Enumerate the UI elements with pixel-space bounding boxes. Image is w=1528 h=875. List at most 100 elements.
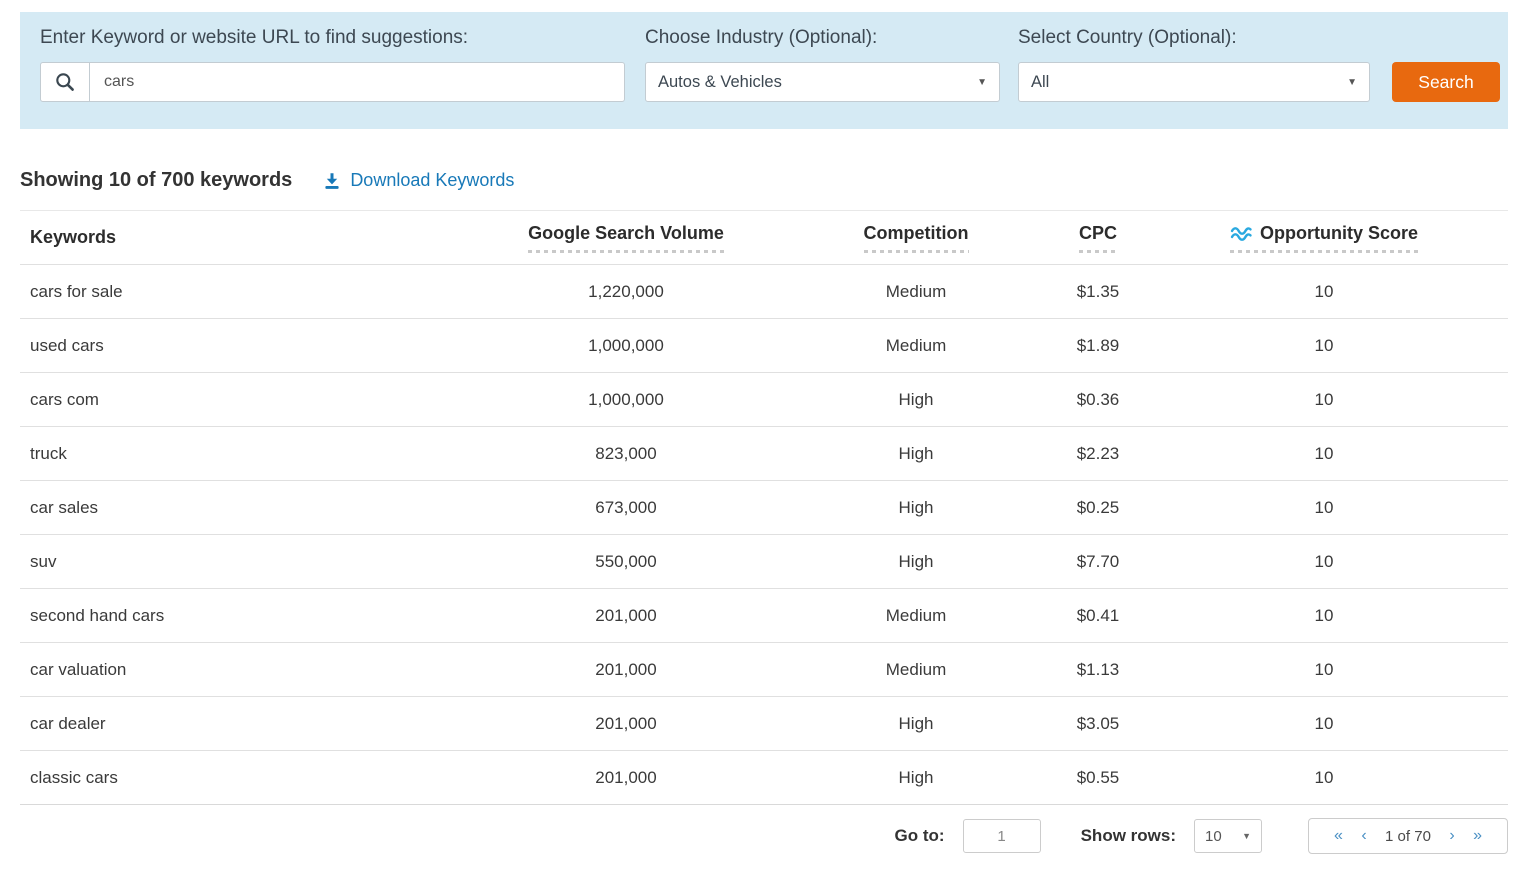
competition-cell: High [776,751,1056,805]
table-row: car sales 673,000 High $0.25 10 [20,481,1508,535]
table-row: car dealer 201,000 High $3.05 10 [20,697,1508,751]
download-link-label: Download Keywords [350,170,514,191]
keyword-label: Enter Keyword or website URL to find sug… [40,26,625,50]
industry-field-group: Choose Industry (Optional): Autos & Vehi… [645,26,1000,102]
next-page-button[interactable]: › [1449,828,1454,844]
sort-competition[interactable]: Competition [864,223,969,253]
cpc-cell: $1.35 [1056,265,1140,319]
score-cell: 10 [1140,643,1508,697]
table-footer: Go to: Show rows: 10 ▼ « ‹ 1 of 70 › » [20,818,1508,854]
table-row: classic cars 201,000 High $0.55 10 [20,751,1508,805]
volume-cell: 1,220,000 [476,265,776,319]
cpc-cell: $2.23 [1056,427,1140,481]
keyword-cell: car valuation [20,643,476,697]
goto-label: Go to: [895,826,945,846]
volume-cell: 823,000 [476,427,776,481]
competition-cell: Medium [776,643,1056,697]
keyword-cell: car dealer [20,697,476,751]
keyword-cell: used cars [20,319,476,373]
keyword-input-wrap [40,62,625,102]
competition-cell: Medium [776,265,1056,319]
cpc-cell: $1.13 [1056,643,1140,697]
volume-cell: 201,000 [476,697,776,751]
table-row: suv 550,000 High $7.70 10 [20,535,1508,589]
column-header-cpc: CPC [1056,211,1140,265]
keyword-table: Keywords Google Search Volume Competitio… [20,210,1508,805]
competition-cell: High [776,427,1056,481]
industry-label: Choose Industry (Optional): [645,26,1000,50]
search-panel: Enter Keyword or website URL to find sug… [20,12,1508,129]
search-button[interactable]: Search [1392,62,1500,102]
cpc-cell: $0.41 [1056,589,1140,643]
keyword-cell: car sales [20,481,476,535]
keyword-cell: suv [20,535,476,589]
keyword-table-header: Keywords Google Search Volume Competitio… [20,211,1508,265]
volume-cell: 201,000 [476,589,776,643]
industry-select[interactable]: Autos & Vehicles ▼ [645,62,1000,102]
cpc-cell: $3.05 [1056,697,1140,751]
page-status: 1 of 70 [1385,828,1431,845]
table-row: cars com 1,000,000 High $0.36 10 [20,373,1508,427]
keyword-field-group: Enter Keyword or website URL to find sug… [40,26,625,102]
industry-selected-value: Autos & Vehicles [658,73,782,92]
results-summary: Showing 10 of 700 keywords [20,169,292,192]
volume-cell: 201,000 [476,751,776,805]
score-cell: 10 [1140,481,1508,535]
score-cell: 10 [1140,319,1508,373]
table-row: cars for sale 1,220,000 Medium $1.35 10 [20,265,1508,319]
volume-cell: 201,000 [476,643,776,697]
keyword-input[interactable] [90,63,624,101]
volume-cell: 550,000 [476,535,776,589]
results-bar: Showing 10 of 700 keywords Download Keyw… [20,169,1508,192]
table-row: second hand cars 201,000 Medium $0.41 10 [20,589,1508,643]
volume-cell: 1,000,000 [476,319,776,373]
show-rows-value: 10 [1205,828,1222,845]
last-page-button[interactable]: » [1473,828,1482,844]
search-button-group: Search [1392,26,1500,102]
score-cell: 10 [1140,373,1508,427]
chevron-down-icon: ▼ [1242,831,1251,841]
column-header-volume: Google Search Volume [476,211,776,265]
keyword-cell: second hand cars [20,589,476,643]
volume-cell: 673,000 [476,481,776,535]
country-label: Select Country (Optional): [1018,26,1370,50]
cpc-cell: $0.55 [1056,751,1140,805]
cpc-cell: $0.36 [1056,373,1140,427]
cpc-cell: $1.89 [1056,319,1140,373]
score-cell: 10 [1140,427,1508,481]
sort-volume[interactable]: Google Search Volume [528,223,724,253]
column-header-competition: Competition [776,211,1056,265]
keyword-cell: classic cars [20,751,476,805]
download-keywords-link[interactable]: Download Keywords [322,170,514,191]
table-row: car valuation 201,000 Medium $1.13 10 [20,643,1508,697]
goto-page-input[interactable] [963,819,1041,853]
prev-page-button[interactable]: ‹ [1361,828,1366,844]
cpc-cell: $7.70 [1056,535,1140,589]
score-cell: 10 [1140,751,1508,805]
search-button-spacer [1392,26,1500,50]
table-row: used cars 1,000,000 Medium $1.89 10 [20,319,1508,373]
sort-score[interactable]: Opportunity Score [1230,223,1418,253]
first-page-button[interactable]: « [1334,828,1343,844]
wave-icon [1230,226,1253,241]
score-cell: 10 [1140,697,1508,751]
show-rows-label: Show rows: [1081,826,1176,846]
keyword-cell: cars for sale [20,265,476,319]
competition-cell: High [776,481,1056,535]
column-header-score: Opportunity Score [1140,211,1508,265]
keyword-cell: truck [20,427,476,481]
country-select[interactable]: All ▼ [1018,62,1370,102]
sort-cpc[interactable]: CPC [1079,223,1117,253]
download-icon [322,171,342,191]
cpc-cell: $0.25 [1056,481,1140,535]
competition-cell: Medium [776,589,1056,643]
score-cell: 10 [1140,265,1508,319]
country-selected-value: All [1031,73,1049,92]
competition-cell: High [776,697,1056,751]
show-rows-select[interactable]: 10 ▼ [1194,819,1262,853]
chevron-down-icon: ▼ [977,77,987,88]
volume-cell: 1,000,000 [476,373,776,427]
column-header-keywords: Keywords [20,211,476,265]
table-row: truck 823,000 High $2.23 10 [20,427,1508,481]
keyword-table-body: cars for sale 1,220,000 Medium $1.35 10 … [20,265,1508,805]
